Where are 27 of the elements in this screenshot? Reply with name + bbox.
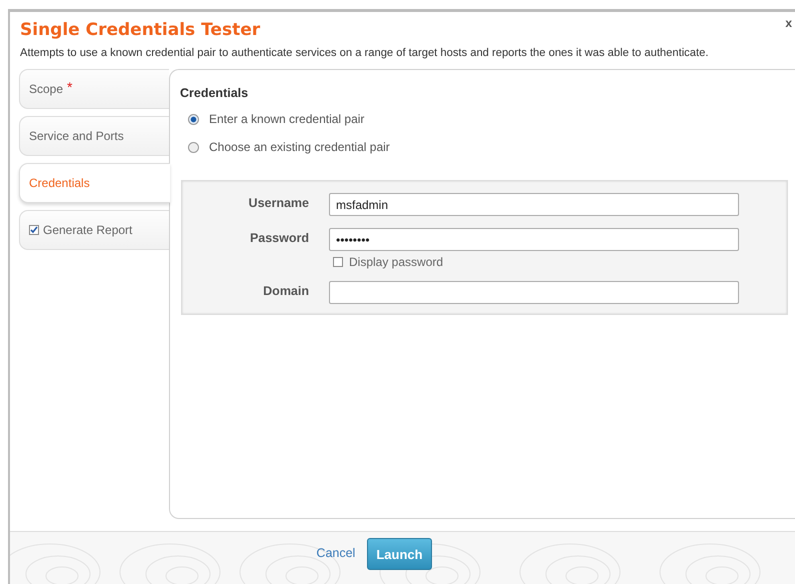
input-field[interactable]: msfadmin <box>329 193 739 216</box>
tab-label: Scope <box>29 82 64 96</box>
checkbox-label: Display password <box>349 255 444 269</box>
checkmark-icon <box>30 226 38 234</box>
dialog-title: Single Credentials Tester <box>20 20 260 40</box>
close-button[interactable]: x <box>785 16 792 30</box>
required-marker: * <box>67 79 72 95</box>
tab[interactable]: Scope * <box>19 69 169 109</box>
tab[interactable]: Credentials <box>19 163 170 203</box>
dialog-description: Attempts to use a known credential pair to authenticate services on a range of target hosts and reports the ones it was able to authenticate. <box>20 47 708 59</box>
radio-label: Choose an existing credential pair <box>209 140 390 154</box>
field-label: Username <box>248 195 309 210</box>
checkbox[interactable] <box>333 257 343 267</box>
field-label: Password <box>248 230 309 245</box>
cancel-link[interactable]: Cancel <box>316 538 356 568</box>
checkbox[interactable] <box>29 225 39 235</box>
radio-label: Enter a known credential pair <box>209 112 364 126</box>
tab-label: Generate Report <box>43 223 132 237</box>
tab[interactable]: Generate Report <box>19 210 169 250</box>
field-label: Domain <box>262 283 309 298</box>
section-heading: Credentials <box>180 86 248 100</box>
radio-button[interactable] <box>188 142 199 152</box>
tab[interactable]: Service and Ports <box>19 116 169 156</box>
launch-button[interactable]: Launch <box>367 538 432 570</box>
radio-button[interactable] <box>188 114 199 124</box>
input-field[interactable] <box>329 281 739 304</box>
input-field[interactable]: •••••••• <box>329 228 739 251</box>
